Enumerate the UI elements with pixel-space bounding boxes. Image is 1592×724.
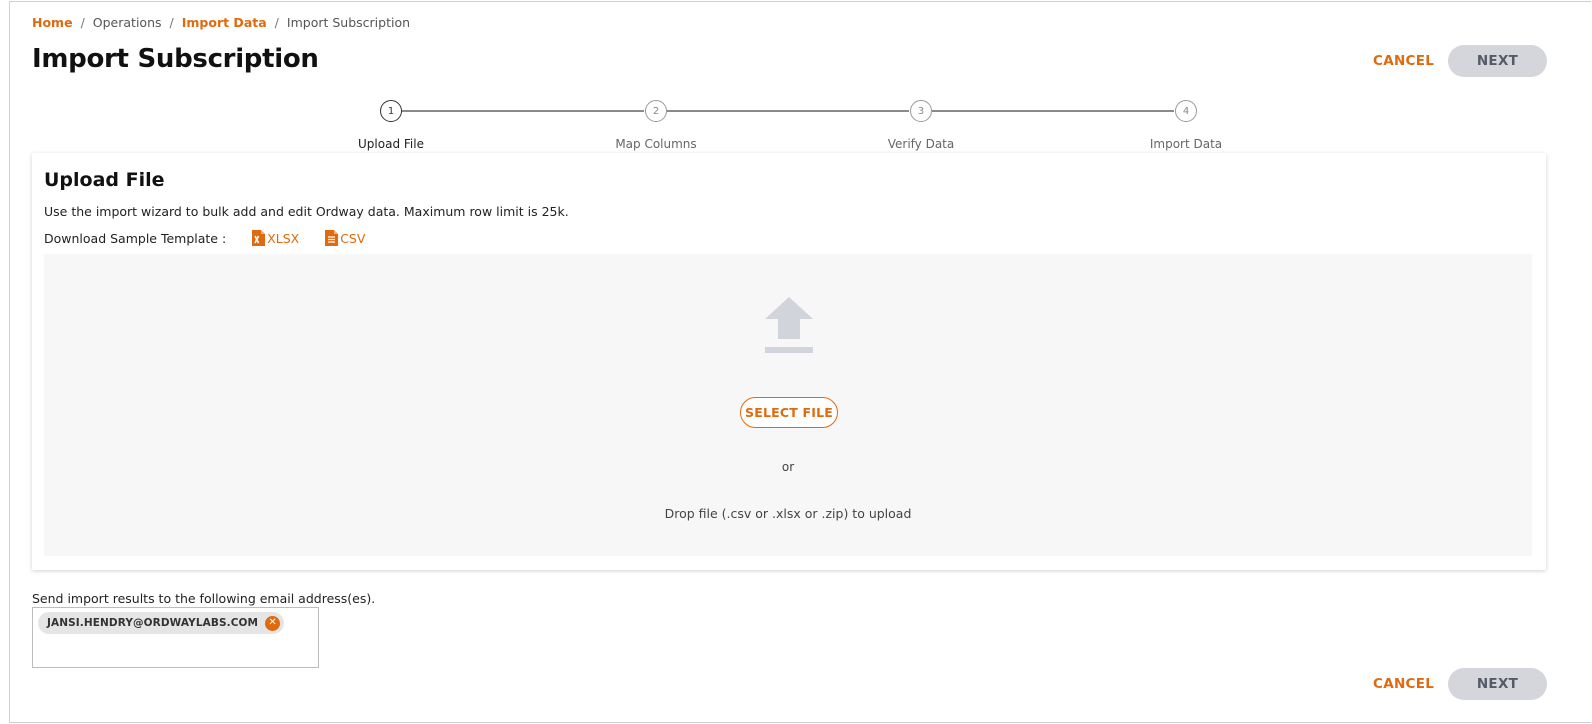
breadcrumb-import-subscription: Import Subscription: [286, 15, 411, 30]
step-2-label: Map Columns: [615, 137, 697, 151]
next-button-top[interactable]: NEXT: [1448, 45, 1547, 77]
download-csv-link[interactable]: CSV: [325, 230, 365, 246]
download-xlsx-link[interactable]: XLSX: [252, 230, 299, 246]
email-recipients-input[interactable]: JANSI.HENDRY@ORDWAYLABS.COM ✕: [32, 607, 319, 668]
next-button-bottom[interactable]: NEXT: [1448, 668, 1547, 700]
breadcrumb-operations: Operations: [92, 15, 162, 30]
sample-template-label: Download Sample Template :: [44, 230, 227, 246]
step-2-indicator: 2: [645, 100, 667, 122]
excel-file-icon: [252, 230, 266, 246]
sample-template-row: Download Sample Template : XLSX CSV: [44, 230, 365, 246]
breadcrumb-home[interactable]: Home: [32, 15, 73, 30]
step-connector: [932, 110, 1174, 112]
breadcrumb-import-data[interactable]: Import Data: [182, 15, 267, 30]
email-results-label: Send import results to the following ema…: [32, 591, 376, 606]
breadcrumb-separator: /: [274, 15, 279, 30]
xlsx-label: XLSX: [267, 230, 300, 246]
or-separator: or: [781, 460, 795, 474]
drop-instructions: Drop file (.csv or .xlsx or .zip) to upl…: [664, 506, 912, 521]
step-4-indicator: 4: [1175, 100, 1197, 122]
breadcrumb-separator: /: [169, 15, 174, 30]
step-4-label: Import Data: [1149, 137, 1223, 151]
upload-description: Use the import wizard to bulk add and ed…: [44, 204, 569, 219]
upload-icon: [765, 297, 813, 353]
csv-file-icon: [325, 230, 339, 246]
page-title: Import Subscription: [32, 44, 319, 74]
remove-email-icon[interactable]: ✕: [265, 615, 281, 631]
cancel-button-top[interactable]: CANCEL: [1373, 53, 1434, 69]
file-dropzone[interactable]: SELECT FILE or Drop file (.csv or .xlsx …: [44, 254, 1532, 556]
step-3-indicator: 3: [910, 100, 932, 122]
step-1-label: Upload File: [358, 137, 424, 151]
step-connector: [402, 110, 644, 112]
upload-file-title: Upload File: [44, 169, 165, 191]
step-3-label: Verify Data: [887, 137, 955, 151]
select-file-button[interactable]: SELECT FILE: [740, 397, 838, 428]
breadcrumb-separator: /: [80, 15, 85, 30]
upload-file-card: Upload File Use the import wizard to bul…: [32, 153, 1546, 570]
step-connector: [667, 110, 909, 112]
breadcrumb: Home / Operations / Import Data / Import…: [32, 15, 410, 30]
email-chip-text: JANSI.HENDRY@ORDWAYLABS.COM: [47, 617, 259, 629]
email-chip: JANSI.HENDRY@ORDWAYLABS.COM ✕: [38, 612, 285, 634]
cancel-button-bottom[interactable]: CANCEL: [1373, 676, 1434, 692]
step-1-indicator: 1: [380, 100, 402, 122]
csv-label: CSV: [340, 230, 366, 246]
